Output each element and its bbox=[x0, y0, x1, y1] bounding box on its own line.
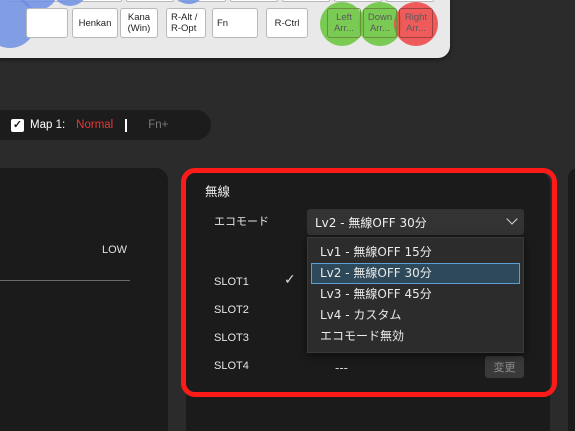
wireless-title: 無線 bbox=[205, 184, 231, 199]
slider-track[interactable] bbox=[0, 280, 130, 281]
keyboard-preview: Henkan Kana (Win) R-Alt / R-Opt Fn R-Ctr… bbox=[0, 0, 450, 58]
key-rctrl[interactable]: R-Ctrl bbox=[266, 8, 308, 38]
left-panel: LOW bbox=[0, 168, 168, 431]
key-top-row bbox=[126, 0, 174, 2]
dropdown-option[interactable]: Lv1 - 無線OFF 15分 bbox=[311, 242, 520, 263]
chevron-down-icon bbox=[506, 213, 518, 225]
key-right-arrow[interactable]: Right Arr... bbox=[399, 8, 433, 38]
key-down-arrow[interactable]: Down Arr... bbox=[363, 8, 397, 38]
eco-mode-select[interactable]: Lv2 - 無線OFF 30分 bbox=[307, 209, 524, 235]
map-label: Map 1: bbox=[30, 119, 66, 131]
key-top-row bbox=[282, 0, 330, 2]
key-fn[interactable]: Fn bbox=[212, 8, 258, 38]
key-left-arrow[interactable]: Left Arr... bbox=[327, 8, 361, 38]
right-panel-edge bbox=[568, 168, 575, 431]
slot-label: SLOT4 bbox=[214, 360, 249, 372]
key-ralt[interactable]: R-Alt / R-Opt bbox=[166, 8, 206, 38]
dropdown-option[interactable]: Lv4 - カスタム bbox=[311, 305, 520, 326]
dropdown-option[interactable]: Lv3 - 無線OFF 45分 bbox=[311, 284, 520, 305]
checkmark-icon: ✓ bbox=[284, 272, 296, 288]
slot4-value: --- bbox=[335, 361, 348, 375]
map-checkbox[interactable]: ✓ bbox=[11, 118, 24, 132]
map-normal-tab[interactable]: Normal bbox=[76, 119, 113, 131]
slot-label: SLOT1 bbox=[214, 276, 249, 288]
key-top-row bbox=[230, 0, 278, 2]
key-kana[interactable]: Kana (Win) bbox=[120, 8, 158, 38]
eco-mode-selected-value: Lv2 - 無線OFF 30分 bbox=[315, 215, 427, 230]
check-icon: ✓ bbox=[12, 118, 23, 131]
map-bar: ✓ Map 1: Normal Fn+ bbox=[0, 110, 211, 140]
change-button[interactable]: 変更 bbox=[485, 356, 524, 378]
slot-label: SLOT3 bbox=[214, 332, 249, 344]
low-label: LOW bbox=[102, 244, 128, 256]
eco-mode-label: エコモード bbox=[214, 215, 269, 228]
slot-label: SLOT2 bbox=[214, 304, 249, 316]
map-fn-tab[interactable]: Fn+ bbox=[148, 119, 168, 131]
key-henkan[interactable]: Henkan bbox=[72, 8, 118, 38]
dropdown-option-selected[interactable]: Lv2 - 無線OFF 30分 bbox=[311, 263, 520, 284]
dropdown-option[interactable]: エコモード無効 bbox=[311, 326, 520, 347]
eco-mode-dropdown: Lv1 - 無線OFF 15分 Lv2 - 無線OFF 30分 Lv3 - 無線… bbox=[307, 237, 524, 353]
map-separator bbox=[125, 118, 128, 132]
key-blank[interactable] bbox=[26, 8, 68, 38]
